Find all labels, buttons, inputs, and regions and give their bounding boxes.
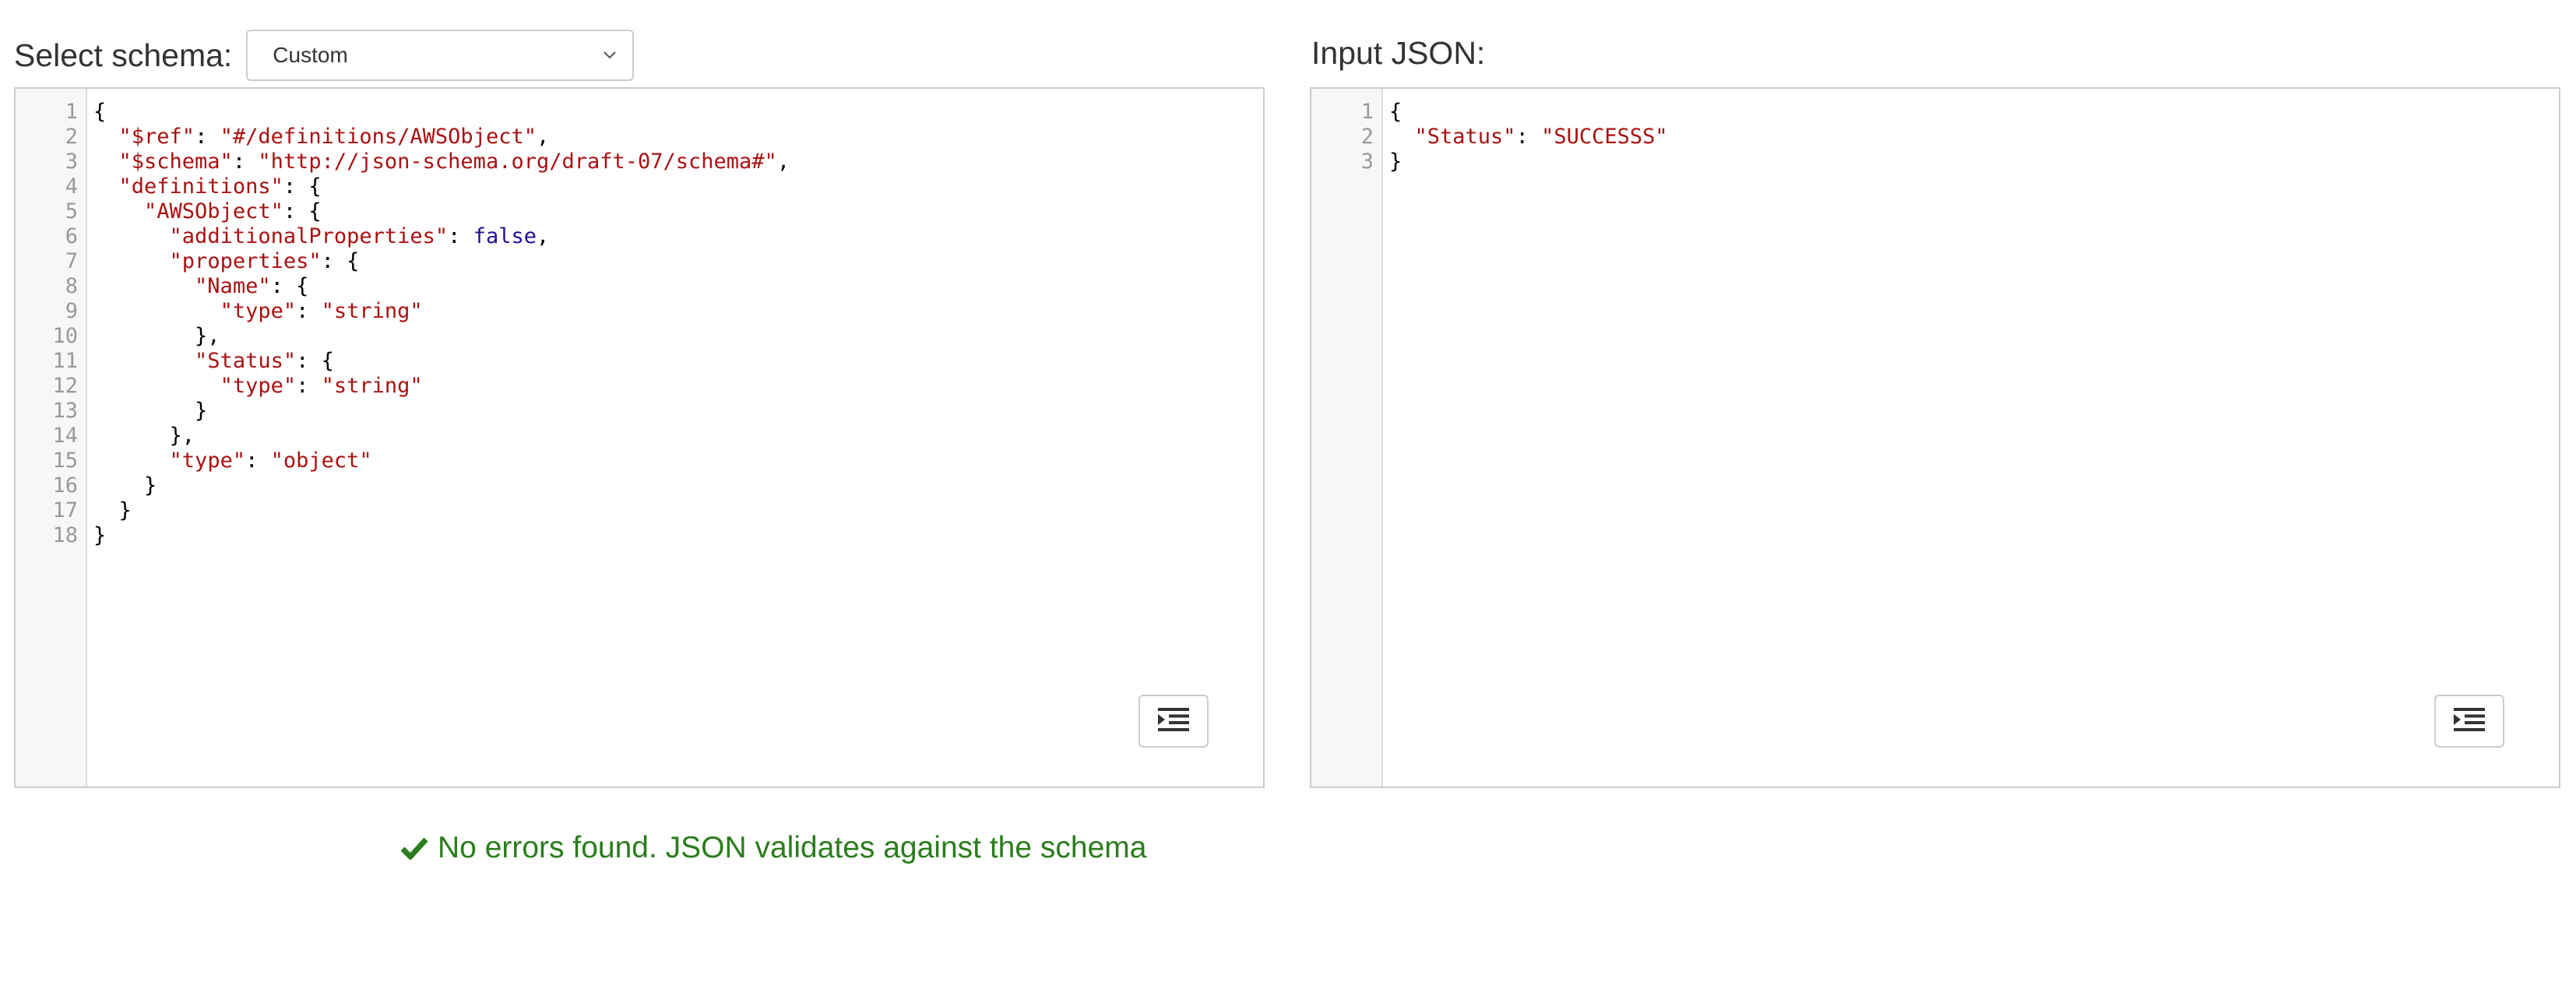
line-number: 16	[52, 473, 78, 498]
line-number: 10	[52, 324, 78, 348]
code-line: "definitions": {	[118, 174, 322, 199]
line-number: 14	[52, 424, 78, 448]
input-json-label: Input JSON:	[1311, 34, 1486, 71]
code-line: {	[93, 100, 107, 124]
schema-editor[interactable]: 1 2 3 4 5 6 7 8 9 10 11 12 13 14 15 16 17 18 { "$ref": "#…	[14, 87, 1265, 788]
code-line: "properties": {	[169, 249, 360, 273]
line-number-gutter: 1 2 3 4 5 6 7 8 9 10 11 12 13 14 15 16 17 18	[16, 89, 87, 787]
line-number-gutter: 123	[1311, 89, 1383, 787]
select-schema-label: Select schema:	[14, 37, 233, 73]
line-number: 4	[65, 174, 78, 199]
code-line: }	[93, 473, 157, 498]
code-line: "additionalProperties": false,	[169, 224, 550, 248]
line-number: 3	[65, 150, 78, 174]
schema-select[interactable]: Custom	[246, 30, 635, 81]
line-number: 13	[52, 399, 78, 423]
format-button[interactable]	[2434, 695, 2504, 748]
code-line: }	[1389, 150, 1402, 174]
chevron-down-icon	[603, 51, 617, 60]
code-line: "type": "string"	[220, 374, 423, 398]
line-number: 11	[52, 349, 78, 373]
code-line: "Status": "SUCCESSS"	[1414, 125, 1668, 149]
line-number: 12	[52, 374, 78, 398]
line-number: 9	[65, 299, 78, 323]
schema-header: Select schema: Custom	[14, 30, 635, 81]
line-number: 2	[1360, 125, 1374, 149]
code-line: }	[93, 523, 107, 547]
validation-message: No errors found. JSON validates against …	[438, 831, 1147, 864]
line-number: 18	[52, 523, 78, 547]
code-line: },	[93, 424, 195, 448]
indent-icon	[1158, 707, 1189, 735]
code-line: "$ref": "#/definitions/AWSObject",	[118, 125, 550, 149]
code-area[interactable]: { "Status": "SUCCESSS"}	[1389, 89, 2559, 787]
line-number: 5	[65, 199, 78, 223]
input-json-header: Input JSON:	[1311, 30, 1485, 76]
code-line: }	[93, 498, 132, 523]
code-area[interactable]: { "$ref": "#/definitions/AWSObject", "$s…	[93, 89, 1263, 787]
schema-select-value: Custom	[273, 43, 348, 67]
code-line: "type": "object"	[169, 449, 372, 473]
code-line: },	[93, 324, 220, 348]
code-line: "type": "string"	[220, 299, 423, 323]
code-line: {	[1389, 100, 1402, 124]
indent-icon	[2454, 707, 2485, 735]
code-line: "Status": {	[195, 349, 334, 373]
format-button[interactable]	[1138, 695, 1209, 748]
line-number: 8	[65, 274, 78, 298]
line-number: 1	[65, 100, 78, 124]
line-number: 3	[1360, 150, 1374, 174]
line-number: 7	[65, 249, 78, 273]
line-number: 6	[65, 224, 78, 248]
code-line: "$schema": "http://json-schema.org/draft…	[118, 150, 790, 174]
code-line: "Name": {	[195, 274, 309, 298]
line-number: 15	[52, 449, 78, 473]
line-number: 17	[52, 498, 78, 523]
validation-status: No errors found. JSON validates against …	[400, 829, 1146, 868]
checkmark-icon	[400, 836, 428, 860]
code-line: }	[93, 399, 208, 423]
input-json-editor[interactable]: 123 { "Status": "SUCCESSS"}	[1310, 87, 2560, 788]
line-number: 1	[1360, 100, 1374, 124]
line-number: 2	[65, 125, 78, 149]
code-line: "AWSObject": {	[144, 199, 322, 223]
